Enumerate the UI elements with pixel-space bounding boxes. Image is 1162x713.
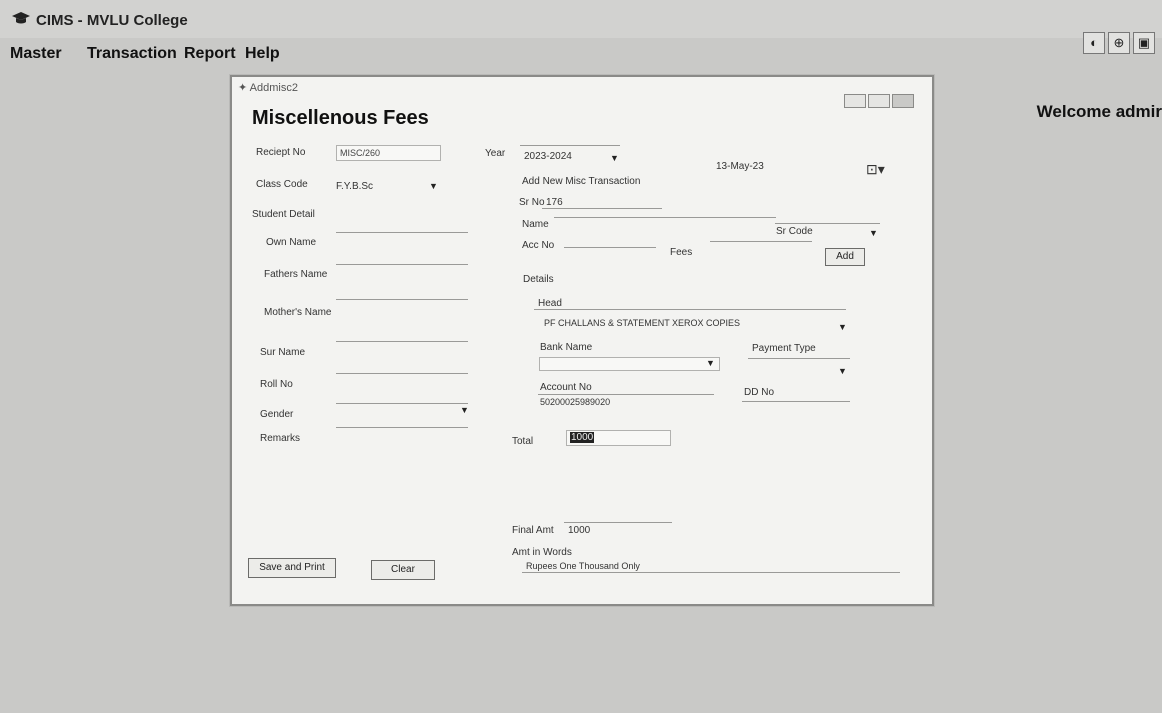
fees-label: Fees — [670, 247, 693, 258]
account-no-label: Account No — [540, 382, 592, 393]
page-title: Miscellenous Fees — [252, 107, 429, 129]
menu-help[interactable]: Help — [245, 45, 280, 63]
year-label: Year — [485, 148, 506, 159]
roll-no-field[interactable] — [336, 373, 468, 374]
roll-no-label: Roll No — [260, 379, 293, 390]
sr-no-value: 176 — [546, 197, 563, 208]
welcome-text: Welcome admir — [1036, 102, 1162, 121]
date-value: 13-May-23 — [716, 161, 764, 172]
acc-no-label: Acc No — [522, 240, 555, 251]
bank-dropdown-icon[interactable]: ▼ — [706, 358, 715, 368]
head-dropdown-icon[interactable]: ▼ — [838, 322, 847, 332]
amt-words-label: Amt in Words — [512, 547, 572, 558]
total-label: Total — [512, 436, 534, 447]
mothers-name-label: Mother's Name — [264, 307, 332, 318]
sr-code-label: Sr Code — [776, 226, 813, 237]
sr-no-label: Sr No — [519, 197, 545, 208]
class-code-label: Class Code — [256, 179, 308, 190]
year-dropdown-icon[interactable]: ▼ — [610, 153, 619, 163]
head-label: Head — [538, 298, 562, 309]
window-title: ✦ Addmisc2 — [238, 82, 298, 94]
own-name-field[interactable] — [336, 232, 468, 233]
sr-code-dropdown-icon[interactable]: ▼ — [869, 228, 878, 238]
class-dropdown-icon[interactable]: ▼ — [429, 181, 438, 191]
menu-transaction[interactable]: Transaction — [87, 45, 177, 63]
app-title: CIMS - MVLU College — [36, 12, 188, 29]
payment-dropdown-icon[interactable]: ▼ — [838, 366, 847, 376]
sur-name-label: Sur Name — [260, 347, 306, 358]
account-no-value: 50200025989020 — [540, 397, 611, 407]
dd-no-label: DD No — [744, 387, 775, 398]
receipt-label: Reciept No — [256, 147, 306, 158]
fathers-name-label: Fathers Name — [264, 269, 328, 280]
minimize-button[interactable] — [844, 94, 866, 108]
receipt-field[interactable]: MISC/260 — [336, 145, 441, 161]
name-label: Name — [522, 219, 549, 230]
amt-words-value: Rupees One Thousand Only — [526, 561, 640, 571]
clear-button[interactable]: Clear — [371, 560, 435, 580]
total-value: 1000 — [570, 432, 595, 443]
mothers-name-field[interactable] — [336, 299, 468, 300]
window-title-text: Addmisc2 — [249, 82, 298, 94]
sr-no-line — [542, 208, 662, 209]
name-field[interactable] — [554, 217, 776, 218]
menu-master[interactable]: Master — [10, 45, 62, 63]
final-amt-line — [564, 522, 672, 523]
menu-report[interactable]: Report — [184, 45, 236, 63]
maximize-button[interactable] — [868, 94, 890, 108]
head-value[interactable]: PF CHALLANS & STATEMENT XEROX COPIES — [544, 318, 740, 328]
app-title-bar: CIMS - MVLU College — [0, 0, 1162, 38]
account-no-line — [538, 394, 714, 395]
gender-label: Gender — [260, 409, 294, 420]
bank-name-label: Bank Name — [540, 342, 593, 353]
remarks-label: Remarks — [260, 433, 301, 444]
fathers-name-field[interactable] — [336, 264, 468, 265]
bank-name-select[interactable] — [539, 357, 720, 371]
graduation-cap-icon — [12, 10, 30, 26]
class-code-value[interactable]: F.Y.B.Sc — [336, 181, 373, 192]
total-field[interactable]: 1000 — [566, 430, 671, 446]
save-print-button[interactable]: Save and Print — [248, 558, 336, 578]
final-amt-label: Final Amt — [512, 525, 554, 536]
year-value[interactable]: 2023-2024 — [524, 151, 572, 162]
own-name-label: Own Name — [266, 237, 317, 248]
sr-code-line — [775, 223, 880, 224]
head-line — [534, 309, 846, 310]
details-label: Details — [523, 274, 554, 285]
menu-bar: Master Transaction Report Help — [0, 40, 1162, 66]
payment-type-field[interactable] — [748, 358, 850, 359]
sur-name-field[interactable] — [336, 341, 468, 342]
contrast-icon[interactable]: ◐ — [1083, 32, 1105, 54]
remarks-field[interactable] — [336, 427, 468, 428]
add-button[interactable]: Add — [825, 248, 865, 266]
amt-words-line — [522, 572, 900, 573]
image-icon[interactable]: ▣ — [1133, 32, 1155, 54]
student-detail-label: Student Detail — [252, 209, 315, 220]
final-amt-value: 1000 — [568, 525, 591, 536]
year-field-line — [520, 145, 620, 146]
close-button[interactable] — [892, 94, 914, 108]
acc-no-field[interactable] — [564, 247, 656, 248]
dd-no-field[interactable] — [742, 401, 850, 402]
gender-dropdown-icon[interactable]: ▼ — [460, 405, 469, 415]
fees-field[interactable] — [710, 241, 812, 242]
payment-type-label: Payment Type — [752, 343, 816, 354]
misc-fees-window: ✦ Addmisc2 Miscellenous Fees Reciept No … — [230, 75, 934, 606]
add-new-label: Add New Misc Transaction — [522, 176, 641, 187]
refresh-icon[interactable]: ⊕ — [1108, 32, 1130, 54]
calendar-icon[interactable]: ⊡▾ — [866, 161, 885, 178]
gender-field[interactable] — [336, 403, 468, 404]
